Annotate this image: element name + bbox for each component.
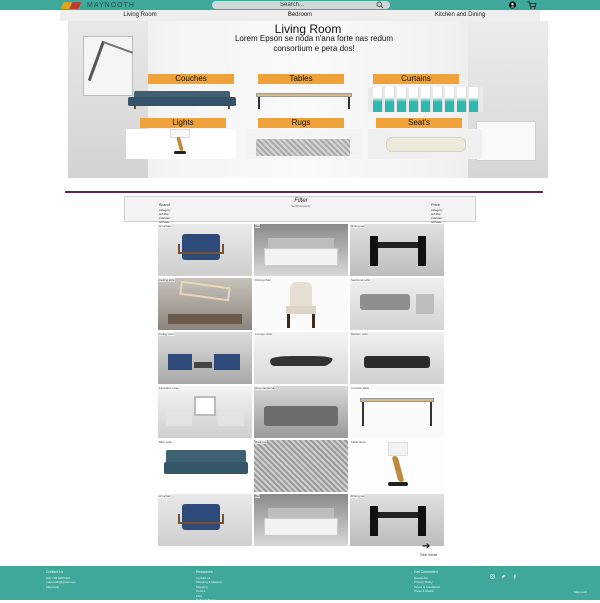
social-links <box>490 574 517 579</box>
hero-subtitle: Lorem Epson se noda n'ana forte nas redu… <box>234 34 394 53</box>
category-lights-button[interactable]: Lights <box>140 118 226 128</box>
twitter-icon[interactable] <box>501 574 506 579</box>
product-tile-bed[interactable]: Bed <box>254 224 348 276</box>
product-tile-dining-set[interactable]: Dining set <box>350 224 444 276</box>
category-couches-button[interactable]: Couches <box>148 74 234 84</box>
brand-logo[interactable]: MAYNOOTH <box>60 1 135 9</box>
product-tile-dining-set-2[interactable]: Dining set <box>350 494 444 546</box>
product-caption: Dining chair <box>255 278 271 282</box>
footer-heading: Resources <box>196 570 213 574</box>
user-icon[interactable] <box>508 1 517 9</box>
product-caption: Living room <box>159 332 175 336</box>
product-tile-ceiling-light[interactable]: Ceiling light <box>158 278 252 330</box>
filter-price-heading: Price <box>431 202 441 207</box>
product-caption: Grey sectional <box>255 386 275 390</box>
hero-banner: Living Room Lorem Epson se noda n'ana fo… <box>68 21 548 178</box>
footer-link[interactable]: Delivery Terms <box>196 598 222 603</box>
instagram-icon[interactable] <box>490 574 495 579</box>
product-caption: Blue sofa <box>159 440 172 444</box>
product-tile-bed-2[interactable]: Bed <box>254 494 348 546</box>
cart-icon[interactable] <box>526 1 538 9</box>
product-caption: Bed <box>255 494 261 498</box>
product-caption: Console table <box>351 386 370 390</box>
product-caption: Dining set <box>351 494 365 498</box>
footer-link[interactable]: Shipping & Returns <box>196 580 222 585</box>
product-caption: Dining set <box>351 224 365 228</box>
product-tile-lounge-chair[interactable]: Lounge chair <box>254 332 348 384</box>
category-seats-button[interactable]: Seat's <box>376 118 462 128</box>
footer-contact: Contact Us (01) 708 6000 Ext maynooth@gm… <box>46 570 76 589</box>
product-tile-dining-chair[interactable]: Dining chair <box>254 278 348 330</box>
nav-item-kitchen-dining[interactable]: Kitchen and Dining <box>380 10 540 21</box>
lights-image[interactable] <box>126 129 236 159</box>
search-bar[interactable] <box>212 1 390 9</box>
product-caption: Sectional sofa <box>351 278 370 282</box>
product-tile-living-room[interactable]: Living room <box>158 332 252 384</box>
product-tile-armchair[interactable]: Armchair <box>158 224 252 276</box>
brand-name: MAYNOOTH <box>87 1 135 9</box>
rugs-image[interactable] <box>246 129 362 159</box>
product-tile-area-rug[interactable]: Area rug <box>254 440 348 492</box>
category-rugs-button[interactable]: Rugs <box>258 118 344 128</box>
filter-panel: Filter Sort/narrow by Brand category sub… <box>124 196 476 224</box>
curtains-image[interactable] <box>368 87 483 112</box>
product-caption: Armchair <box>159 224 172 228</box>
filter-brand-options[interactable]: category subtitle indicator activate <box>159 208 171 224</box>
category-nav: Living Room Bedroom Kitchen and Dining <box>60 10 540 21</box>
wall-art <box>83 36 133 96</box>
footer-connect: Get Connected Newsletter Privacy Policy … <box>414 570 440 594</box>
seats-image[interactable] <box>368 129 482 159</box>
search-input[interactable] <box>212 2 372 8</box>
product-tile-table-lamp[interactable]: Table lamp <box>350 440 444 492</box>
product-caption: Bed <box>255 224 261 228</box>
product-caption: Fireplace room <box>159 386 180 390</box>
section-divider <box>65 191 543 193</box>
top-header: MAYNOOTH <box>0 0 600 10</box>
product-caption: Ceiling light <box>159 278 175 282</box>
side-table <box>476 121 536 161</box>
see-more-label: See More <box>420 552 438 557</box>
filter-brand-heading: Brand <box>159 202 170 207</box>
footer-heading: Get Connected <box>414 570 438 574</box>
product-caption: Modern sofa <box>351 332 368 336</box>
product-tile-blue-sofa[interactable]: Blue sofa <box>158 440 252 492</box>
product-caption: Table lamp <box>351 440 366 444</box>
footer-link[interactable]: Press & Media <box>414 589 440 594</box>
facebook-icon[interactable] <box>512 574 517 579</box>
copyright-text: Maynooth <box>574 590 588 594</box>
site-footer: Contact Us (01) 708 6000 Ext maynooth@gm… <box>0 566 600 603</box>
tables-image[interactable] <box>256 93 352 109</box>
category-tables-button[interactable]: Tables <box>258 74 344 84</box>
footer-text: Maynooth <box>46 584 60 589</box>
product-tile-armchair-2[interactable]: Armchair <box>158 494 252 546</box>
product-tile-sectional[interactable]: Sectional sofa <box>350 278 444 330</box>
product-tile-modern-sofa[interactable]: Modern sofa <box>350 332 444 384</box>
footer-heading: Contact Us <box>46 570 64 574</box>
product-tile-fireplace-room[interactable]: Fireplace room <box>158 386 252 438</box>
filter-subtitle: Sort/narrow by <box>291 204 311 208</box>
product-caption: Lounge chair <box>255 332 273 336</box>
footer-link[interactable]: maynooth@gmail.com <box>46 580 76 585</box>
search-icon[interactable] <box>376 1 384 9</box>
product-caption: Armchair <box>159 494 172 498</box>
see-more-link[interactable]: ➔ See More <box>416 541 446 558</box>
category-curtains-button[interactable]: Curtains <box>373 74 459 84</box>
product-tile-console-table[interactable]: Console table <box>350 386 444 438</box>
nav-item-living-room[interactable]: Living Room <box>60 10 220 21</box>
arrow-right-icon: ➔ <box>422 541 431 552</box>
couches-image[interactable] <box>128 89 236 109</box>
filter-price-options[interactable]: category subtitle indicator activate <box>431 208 443 224</box>
product-caption: Area rug <box>255 440 267 444</box>
product-tile-grey-sectional[interactable]: Grey sectional <box>254 386 348 438</box>
logo-mark-icon <box>60 1 84 9</box>
nav-item-bedroom[interactable]: Bedroom <box>220 10 380 21</box>
footer-resources: Resources Contact us Shipping & Returns … <box>196 570 222 603</box>
